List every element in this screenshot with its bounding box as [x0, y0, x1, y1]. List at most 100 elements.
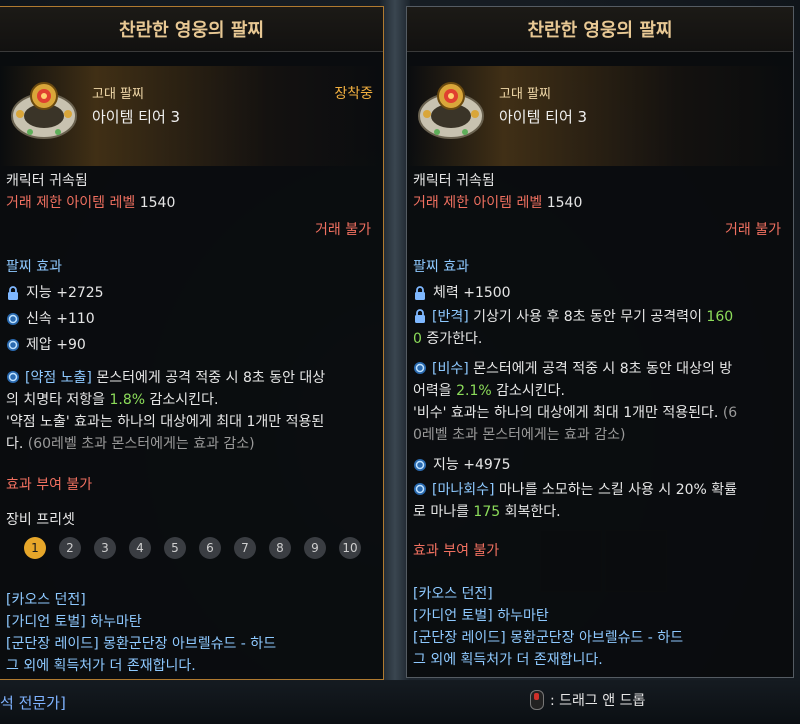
effect-text: 감소시킨다.: [491, 383, 565, 399]
source-tag: [군단장 레이드]: [413, 630, 506, 646]
effect-tag: [반격]: [432, 309, 469, 325]
preset-label: 장비 프리셋: [6, 512, 75, 528]
effect-text: 증가한다.: [421, 331, 483, 347]
stat-text: 제압 +90: [26, 337, 86, 353]
item-header: 고대 팔찌 아이템 티어 3 장착중: [0, 66, 383, 166]
effect-text: 어력을: [413, 383, 457, 399]
effect-text: 감소시킨다.: [145, 392, 219, 408]
special-effect: [마나회수] 마나를 소모하는 스킬 사용 시 20% 확률 로 마나를 175…: [413, 479, 779, 523]
bind-status: 캐릭터 귀속됨: [413, 173, 495, 189]
source-tag: [가디언 토벌]: [413, 608, 493, 624]
item-title: 찬란한 영웅의 팔찌: [0, 7, 383, 52]
more-sources: 그 외에 획득처가 더 존재합니다.: [6, 658, 196, 674]
mouse-icon: [530, 690, 544, 710]
preset-button[interactable]: 5: [164, 537, 186, 559]
lock-icon: [6, 286, 20, 300]
preset-button[interactable]: 6: [199, 537, 221, 559]
effect-text: 몬스터에게 공격 적중 시 8초 동안 대상의 방: [468, 361, 733, 377]
trade-status: 거래 불가: [315, 222, 371, 238]
preset-button[interactable]: 7: [234, 537, 256, 559]
item-title: 찬란한 영웅의 팔찌: [407, 7, 793, 52]
no-enhance: 효과 부여 불가: [6, 477, 93, 493]
effect-text: 마나를 소모하는 스킬 사용 시 20% 확률: [494, 482, 738, 498]
swirl-icon: [6, 370, 20, 384]
effect-tag: [마나회수]: [432, 482, 495, 498]
item-tooltip-equipped: 찬란한 영웅의 팔찌 고대 팔찌 아이템 티어 3 장착중 캐릭터 귀속됨 거래…: [0, 6, 384, 680]
swirl-icon: [413, 458, 427, 472]
effect-value: 0: [413, 331, 422, 347]
preset-button[interactable]: 4: [129, 537, 151, 559]
preset-button[interactable]: 2: [59, 537, 81, 559]
special-effect: [비수] 몬스터에게 공격 적중 시 8초 동안 대상의 방 어력을 2.1% …: [413, 358, 779, 446]
source-tag: [군단장 레이드]: [6, 636, 99, 652]
special-effect: [반격] 기상기 사용 후 8초 동안 무기 공격력이 160 0 증가한다.: [413, 306, 779, 350]
source-tag: [가디언 토벌]: [6, 614, 86, 630]
preset-button[interactable]: 8: [269, 537, 291, 559]
effect-value: 2.1%: [456, 383, 492, 399]
item-grade: 고대 팔찌: [499, 87, 551, 102]
trade-level: 거래 제한 아이템 레벨 1540: [6, 193, 175, 213]
effect-header: 팔찌 효과: [6, 259, 62, 275]
effect-note: 0레벨 초과 몬스터에게는 효과 감소): [413, 427, 626, 443]
effect-header: 팔찌 효과: [413, 259, 469, 275]
effect-value: 175: [473, 504, 501, 520]
stat-text: 체력 +1500: [433, 285, 511, 301]
effect-tag: [약점 노출]: [25, 370, 92, 386]
no-enhance: 효과 부여 불가: [413, 543, 500, 559]
effect-text: 몬스터에게 공격 적중 시 8초 동안 대상: [91, 370, 326, 386]
item-tooltip-compare: 찬란한 영웅의 팔찌 고대 팔찌 아이템 티어 3 캐릭터 귀속됨 거래 제한 …: [406, 6, 794, 678]
stat-row: 지능 +4975: [413, 455, 511, 475]
effect-value: 160: [706, 309, 734, 325]
drag-hint: : 드래그 앤 드롭: [530, 690, 645, 710]
source-text: 몽환군단장 아브렐슈드 - 하드: [98, 636, 277, 652]
effect-text: '약점 노출' 효과는 하나의 대상에게 최대 1개만 적용된: [6, 414, 325, 430]
preset-selector: 1 2 3 4 5 6 7 8 9 10: [24, 537, 361, 559]
effect-text: 다.: [6, 436, 28, 452]
source-text: 하누마탄: [85, 614, 142, 630]
trade-level: 거래 제한 아이템 레벨 1540: [413, 193, 582, 213]
effect-text: 회복한다.: [500, 504, 561, 520]
effect-text: 의 치명타 저항을: [6, 392, 110, 408]
effect-value: 1.8%: [109, 392, 146, 408]
effect-text: 로 마나를: [413, 504, 474, 520]
trade-level-value: 1540: [139, 195, 176, 211]
source-tag: [카오스 던전]: [6, 592, 86, 608]
background-bottom-bar: [0, 680, 800, 724]
source-tag: [카오스 던전]: [413, 586, 493, 602]
item-header: 고대 팔찌 아이템 티어 3: [407, 66, 793, 166]
preset-button[interactable]: 9: [304, 537, 326, 559]
source-list: [카오스 던전] [가디언 토벌] 하누마탄 [군단장 레이드] 몽환군단장 아…: [413, 583, 683, 671]
trade-level-label: 거래 제한 아이템 레벨: [413, 195, 543, 211]
bracelet-icon: [418, 82, 484, 139]
swirl-icon: [6, 338, 20, 352]
swirl-icon: [6, 312, 20, 326]
stat-row: 제압 +90: [6, 335, 86, 355]
item-tier: 아이템 티어 3: [499, 108, 588, 126]
effect-text: '비수' 효과는 하나의 대상에게 최대 1개만 적용된다.: [413, 405, 723, 421]
drag-hint-text: : 드래그 앤 드롭: [550, 693, 646, 709]
swirl-icon: [413, 361, 427, 375]
stat-text: 신속 +110: [26, 311, 95, 327]
stat-row: 신속 +110: [6, 309, 95, 329]
trade-level-label: 거래 제한 아이템 레벨: [6, 195, 136, 211]
preset-button[interactable]: 10: [339, 537, 361, 559]
preset-button[interactable]: 1: [24, 537, 46, 559]
effect-note: (6: [722, 405, 738, 421]
stat-row: 체력 +1500: [413, 283, 511, 303]
item-tier: 아이템 티어 3: [92, 108, 181, 126]
equipped-badge: 장착중: [334, 86, 373, 102]
stat-text: 지능 +2725: [26, 285, 104, 301]
effect-tag: [비수]: [432, 361, 469, 377]
source-text: 하누마탄: [492, 608, 549, 624]
bracelet-icon: [11, 82, 77, 139]
swirl-icon: [413, 482, 427, 496]
stat-row: 지능 +2725: [6, 283, 104, 303]
item-grade: 고대 팔찌: [92, 87, 144, 102]
source-text: 몽환군단장 아브렐슈드 - 하드: [505, 630, 684, 646]
trade-level-value: 1540: [546, 195, 583, 211]
lock-icon: [413, 309, 427, 323]
stat-text: 지능 +4975: [433, 457, 511, 473]
lock-icon: [413, 286, 427, 300]
preset-button[interactable]: 3: [94, 537, 116, 559]
effect-note: (60레벨 초과 몬스터에게는 효과 감소): [27, 436, 255, 452]
